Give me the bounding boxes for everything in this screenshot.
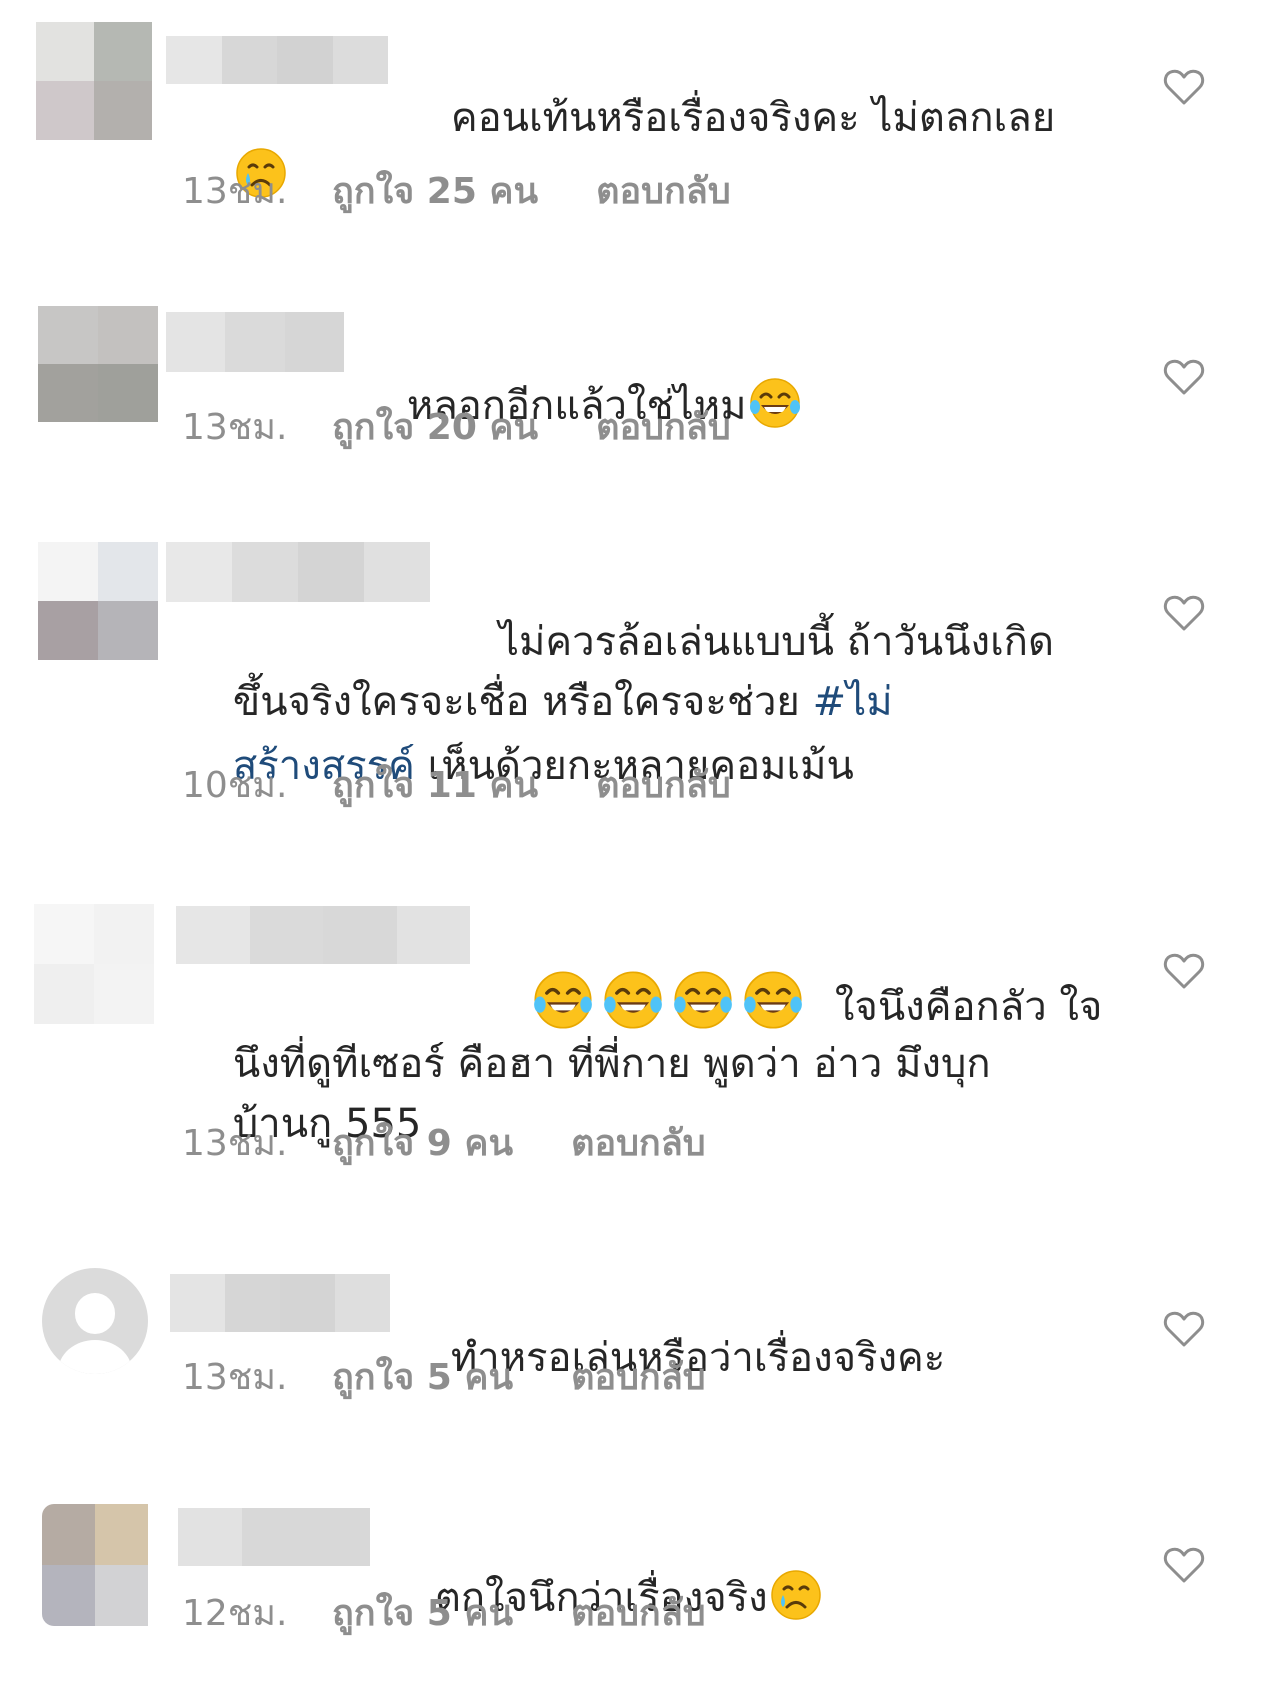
- likes-count[interactable]: ถูกใจ 9 คน: [332, 1124, 513, 1164]
- comment-meta: 13ชม. ถูกใจ 9 คน ตอบกลับ: [182, 1124, 706, 1164]
- timestamp[interactable]: 13ชม.: [182, 172, 332, 212]
- avatar[interactable]: [34, 904, 154, 1024]
- comment-meta: 13ชม. ถูกใจ 25 คน ตอบกลับ: [182, 172, 731, 212]
- reply-button[interactable]: ตอบกลับ: [571, 1124, 706, 1164]
- timestamp[interactable]: 13ชม.: [182, 408, 332, 448]
- reply-button[interactable]: ตอบกลับ: [596, 766, 731, 806]
- comment-meta: 10ชม. ถูกใจ 11 คน ตอบกลับ: [182, 766, 731, 806]
- heart-icon[interactable]: [1163, 1546, 1205, 1584]
- comment-meta: 13ชม. ถูกใจ 20 คน ตอบกลับ: [182, 408, 731, 448]
- likes-count[interactable]: ถูกใจ 25 คน: [332, 172, 538, 212]
- likes-count[interactable]: ถูกใจ 11 คน: [332, 766, 538, 806]
- reply-button[interactable]: ตอบกลับ: [571, 1358, 706, 1398]
- heart-icon[interactable]: [1163, 68, 1205, 106]
- avatar-head: [74, 1293, 116, 1334]
- username[interactable]: [166, 542, 430, 602]
- comment-meta: 13ชม. ถูกใจ 5 คน ตอบกลับ: [182, 1358, 706, 1398]
- avatar[interactable]: [38, 306, 158, 422]
- heart-icon[interactable]: [1163, 952, 1205, 990]
- likes-count[interactable]: ถูกใจ 20 คน: [332, 408, 538, 448]
- timestamp[interactable]: 13ชม.: [182, 1124, 332, 1164]
- reply-button[interactable]: ตอบกลับ: [571, 1594, 706, 1634]
- reply-button[interactable]: ตอบกลับ: [596, 172, 731, 212]
- timestamp[interactable]: 13ชม.: [182, 1358, 332, 1398]
- username[interactable]: [166, 312, 344, 372]
- avatar-body: [57, 1340, 133, 1374]
- tears-of-joy-icon: [749, 378, 800, 428]
- crying-face-icon: [770, 1570, 821, 1620]
- avatar[interactable]: [36, 22, 152, 140]
- heart-icon[interactable]: [1163, 594, 1205, 632]
- reply-button[interactable]: ตอบกลับ: [596, 408, 731, 448]
- username[interactable]: [166, 36, 388, 84]
- likes-count[interactable]: ถูกใจ 5 คน: [332, 1594, 513, 1634]
- default-avatar-icon[interactable]: [42, 1268, 148, 1374]
- comment-text: หลอกอีกแล้วใช่ไหม: [356, 316, 803, 496]
- avatar[interactable]: [42, 1504, 148, 1626]
- username[interactable]: [170, 1274, 390, 1332]
- heart-icon[interactable]: [1163, 1310, 1205, 1348]
- likes-count[interactable]: ถูกใจ 5 คน: [332, 1358, 513, 1398]
- username[interactable]: [176, 906, 470, 964]
- avatar[interactable]: [38, 542, 158, 660]
- timestamp[interactable]: 10ชม.: [182, 766, 332, 806]
- timestamp[interactable]: 12ชม.: [182, 1594, 332, 1634]
- username[interactable]: [178, 1508, 370, 1566]
- heart-icon[interactable]: [1163, 358, 1205, 396]
- comment-meta: 12ชม. ถูกใจ 5 คน ตอบกลับ: [182, 1594, 706, 1634]
